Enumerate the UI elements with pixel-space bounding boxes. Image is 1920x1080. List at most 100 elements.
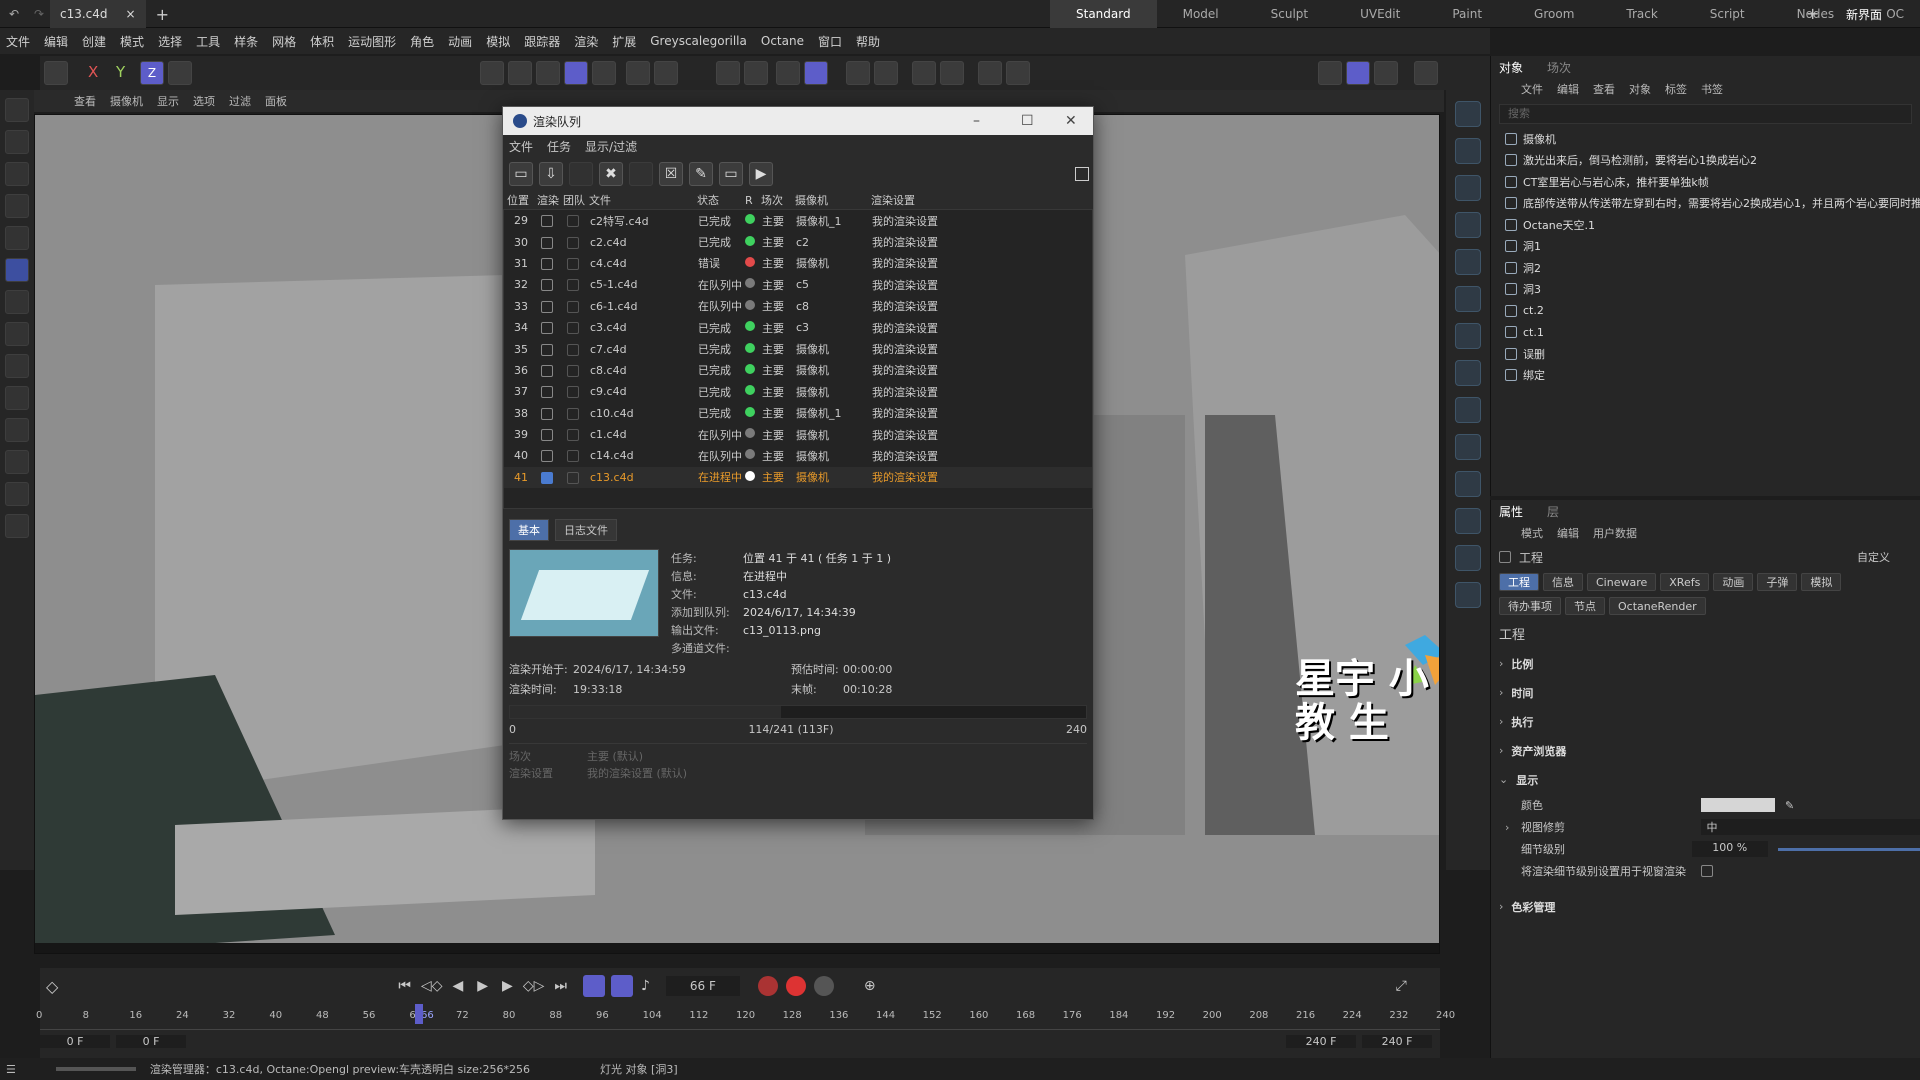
rotate-tool-icon[interactable] (5, 226, 29, 250)
key-settings-icon[interactable] (813, 976, 834, 996)
queue-column-header[interactable]: 摄像机 (791, 192, 867, 208)
object-panel-menu-item[interactable]: 查看 (1593, 81, 1615, 97)
select-tool-icon[interactable] (5, 130, 29, 154)
object-list-item[interactable]: 摄像机 (1491, 128, 1920, 150)
delete-all-icon[interactable]: ☒ (659, 162, 683, 186)
menu-item[interactable]: 帮助 (856, 33, 880, 50)
attr-tab-button[interactable]: 模拟 (1801, 573, 1842, 591)
mirror-icon[interactable] (912, 61, 936, 85)
menu-item[interactable]: 创建 (82, 33, 106, 50)
team-checkbox[interactable] (567, 236, 579, 249)
queue-column-header[interactable]: R (741, 194, 757, 207)
render-checkbox[interactable] (541, 257, 553, 270)
render-view-icon[interactable] (1318, 61, 1342, 85)
queue-table[interactable]: 29 c2特写.c4d 已完成 主要 摄像机_1 我的渲染设置 30 c2.c4d 已完成 主要 c… (503, 209, 1093, 509)
motion-record-icon[interactable]: ⊕ (864, 978, 876, 994)
menu-item[interactable]: 样条 (234, 33, 258, 50)
render-checkbox[interactable] (541, 429, 553, 442)
document-tab[interactable]: c13.c4d × (50, 0, 146, 28)
viewport-clip-dropdown[interactable]: 中 (1700, 819, 1920, 835)
queue-row[interactable]: 37 c9.c4d 已完成 主要 摄像机 我的渲染设置 (504, 381, 1092, 402)
field-icon[interactable] (1455, 360, 1481, 386)
next-key-icon[interactable]: ◇▷ (523, 978, 545, 994)
layout-tab[interactable]: Groom (1508, 0, 1600, 28)
eyedropper-icon[interactable]: ✎ (1785, 799, 1794, 812)
render-checkbox[interactable] (541, 215, 553, 228)
transform-icon[interactable] (5, 322, 29, 346)
menu-item[interactable]: 编辑 (44, 33, 68, 50)
menu-item[interactable]: Octane (761, 34, 804, 48)
loop-icon[interactable] (582, 975, 605, 997)
render-checkbox[interactable] (541, 407, 553, 420)
layout-tab[interactable]: UVEdit (1334, 0, 1426, 28)
start-frame-field[interactable]: 0 F (40, 1034, 110, 1048)
auto-key-icon[interactable] (785, 976, 806, 996)
snap-settings-icon[interactable] (744, 61, 768, 85)
attr-section-header[interactable]: › 比例 (1491, 649, 1920, 678)
object-panel-menu-item[interactable]: 书签 (1701, 81, 1723, 97)
layout-tab[interactable]: Standard (1050, 0, 1157, 28)
object-list-item[interactable]: ct.1 (1491, 322, 1920, 344)
team-checkbox[interactable] (567, 386, 579, 399)
current-frame-field[interactable]: 66 F (665, 976, 740, 996)
octane-camera-icon[interactable] (1455, 545, 1481, 571)
attr-section-header[interactable]: ⌄ 显示 (1491, 765, 1920, 794)
scale-tool-icon[interactable] (5, 258, 29, 282)
queue-row[interactable]: 40 c14.c4d 在队列中 主要 摄像机 我的渲染设置 (504, 445, 1092, 466)
record-icon[interactable] (757, 976, 778, 996)
mirror-settings-icon[interactable] (940, 61, 964, 85)
close-icon[interactable]: ✕ (1065, 113, 1077, 129)
attr-tab-button[interactable]: 工程 (1499, 573, 1539, 591)
detail-tab[interactable]: 日志文件 (555, 519, 617, 541)
next-frame-icon[interactable]: ▶ (502, 978, 513, 994)
queue-column-header[interactable]: 场次 (757, 192, 791, 208)
attr-section-header[interactable]: › 资产浏览器 (1491, 736, 1920, 765)
render-checkbox[interactable] (541, 343, 553, 356)
object-list-item[interactable]: CT室里岩心与岩心床，推杆要单独k帧 (1491, 171, 1920, 193)
timeline-ruler[interactable]: 0816243240485664667280889610411212012813… (36, 1004, 1455, 1030)
object-panel-tab[interactable]: 场次 (1547, 59, 1571, 76)
layout-tab[interactable]: Sculpt (1245, 0, 1334, 28)
edit-icon[interactable]: ✎ (689, 162, 713, 186)
primitive-icon[interactable] (1455, 175, 1481, 201)
queue-column-header[interactable]: 状态 (693, 192, 741, 208)
save-icon[interactable]: ⇩ (539, 162, 563, 186)
queue-row[interactable]: 33 c6-1.c4d 在队列中 主要 c8 我的渲染设置 (504, 296, 1092, 317)
object-list-item[interactable]: 误删 (1491, 343, 1920, 365)
attr-panel-menu-item[interactable]: 模式 (1521, 525, 1543, 541)
object-list-item[interactable]: 激光出来后，倒马检测前，要将岩心1换成岩心2 (1491, 150, 1920, 172)
edges-mode-icon[interactable] (508, 61, 532, 85)
render-checkbox[interactable] (541, 471, 553, 484)
close-tab-icon[interactable]: × (126, 7, 136, 21)
keyframe-icon[interactable]: ◇ (46, 977, 58, 996)
render-checkbox[interactable] (541, 236, 553, 249)
render-picture-viewer-icon[interactable] (1346, 61, 1370, 85)
queue-column-header[interactable]: 位置 (503, 192, 533, 208)
dialog-titlebar[interactable]: 渲染队列 – ☐ ✕ (503, 107, 1093, 135)
search-icon[interactable] (5, 98, 29, 122)
play-icon[interactable]: ▶ (477, 978, 488, 994)
render-checkbox[interactable] (541, 279, 553, 292)
add-layout-icon[interactable]: + (1806, 4, 1819, 23)
menu-item[interactable]: 窗口 (818, 33, 842, 50)
axis-mode-icon[interactable] (626, 61, 650, 85)
queue-column-header[interactable]: 渲染设置 (867, 192, 1007, 208)
attr-panel-menu-item[interactable]: 编辑 (1557, 525, 1579, 541)
environment-icon[interactable] (1455, 471, 1481, 497)
preview-end-field[interactable]: 240 F (1286, 1034, 1356, 1048)
render-checkbox[interactable] (541, 300, 553, 313)
viewport-menu-item[interactable]: 查看 (74, 93, 96, 109)
queue-column-header[interactable]: 团队 (559, 192, 585, 208)
uv-mode-icon[interactable] (592, 61, 616, 85)
object-list-item[interactable]: Octane天空.1 (1491, 214, 1920, 236)
remove-job-icon[interactable]: ✖ (599, 162, 623, 186)
lod-input[interactable]: 100 % (1691, 841, 1768, 857)
layout-tab[interactable]: Track (1600, 0, 1683, 28)
tweak-mode-icon[interactable] (654, 61, 678, 85)
polygons-mode-icon[interactable] (536, 61, 560, 85)
team-checkbox[interactable] (567, 279, 579, 292)
panel-toggle-icon[interactable] (1075, 167, 1089, 181)
detail-tab[interactable]: 基本 (509, 519, 549, 541)
new-interface-button[interactable]: 新界面 (1846, 6, 1882, 23)
object-search-input[interactable]: 搜索 (1499, 104, 1912, 124)
